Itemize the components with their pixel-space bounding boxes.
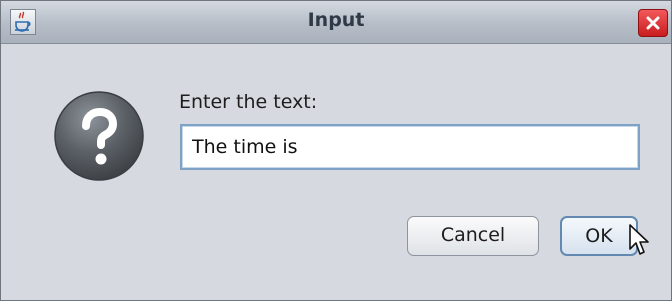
text-input[interactable]: [182, 126, 638, 168]
prompt-label: Enter the text:: [179, 91, 318, 113]
input-dialog-window: Input Enter the text: Cancel OK: [0, 0, 672, 301]
close-icon: [646, 16, 660, 30]
window-title: Input: [307, 9, 365, 31]
title-bar[interactable]: Input: [1, 1, 671, 44]
close-button[interactable]: [638, 9, 668, 37]
dialog-body: Enter the text: Cancel OK: [1, 44, 671, 300]
cancel-button[interactable]: Cancel: [407, 216, 539, 256]
text-input-field[interactable]: [180, 124, 640, 170]
question-icon: [54, 91, 144, 181]
ok-button[interactable]: OK: [560, 216, 638, 256]
